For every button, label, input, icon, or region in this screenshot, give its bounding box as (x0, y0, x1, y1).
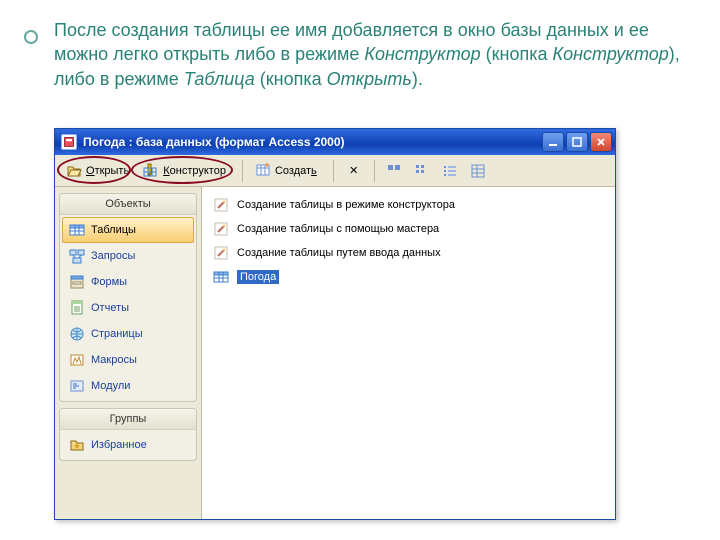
open-icon (66, 163, 82, 179)
open-label: Открыть (86, 165, 129, 177)
maximize-button[interactable] (566, 132, 588, 152)
view-list-button[interactable] (438, 159, 462, 183)
open-button[interactable]: Открыть (61, 159, 138, 183)
toolbar-sep-2 (333, 160, 334, 182)
small-icons-icon (414, 163, 430, 179)
database-window: Погода : база данных (формат Access 2000… (54, 128, 616, 520)
groups-group: Группы Избранное (59, 408, 197, 461)
delete-button[interactable]: ✕ (341, 159, 367, 183)
app-icon (61, 134, 77, 150)
slide-caption: После создания таблицы ее имя добавляетс… (54, 18, 684, 91)
wizard-icon (213, 221, 229, 237)
open-design-callout: Открыть Конструктор (61, 159, 235, 183)
cap-i2: Конструктор (553, 44, 669, 64)
cap-i1: Конструктор (364, 44, 480, 64)
objects-header[interactable]: Объекты (60, 194, 196, 215)
sidebar-item-modules[interactable]: Модули (62, 373, 194, 399)
toolbar-sep-1 (242, 160, 243, 182)
sidebar-pages-label: Страницы (91, 328, 143, 340)
pages-icon (69, 326, 85, 342)
table-pogoda-label: Погода (237, 270, 279, 284)
wizard-icon (213, 245, 229, 261)
minimize-button[interactable] (542, 132, 564, 152)
sidebar-item-tables[interactable]: Таблицы (62, 217, 194, 243)
create-table-wizard-label: Создание таблицы с помощью мастера (237, 223, 439, 235)
titlebar[interactable]: Погода : база данных (формат Access 2000… (55, 129, 615, 155)
sidebar-reports-label: Отчеты (91, 302, 129, 314)
table-icon (213, 269, 229, 285)
queries-icon (69, 248, 85, 264)
sidebar-item-reports[interactable]: Отчеты (62, 295, 194, 321)
sidebar-item-macros[interactable]: Макросы (62, 347, 194, 373)
close-button[interactable] (590, 132, 612, 152)
sidebar-tables-label: Таблицы (91, 224, 136, 236)
window-title: Погода : база данных (формат Access 2000… (83, 135, 542, 149)
view-small-icons-button[interactable] (410, 159, 434, 183)
main-pane[interactable]: Создание таблицы в режиме конструктора С… (201, 187, 615, 519)
view-large-icons-button[interactable] (382, 159, 406, 183)
bullet-decoration (24, 30, 38, 44)
window-buttons (542, 132, 612, 152)
cap-t4: (кнопка (255, 69, 327, 89)
details-icon (470, 163, 486, 179)
table-item-pogoda[interactable]: Погода (206, 265, 611, 289)
objects-list: Таблицы Запросы Формы Отчеты (60, 215, 196, 401)
create-table-wizard[interactable]: Создание таблицы с помощью мастера (206, 217, 611, 241)
reports-icon (69, 300, 85, 316)
design-icon (143, 163, 159, 179)
sidebar: Объекты Таблицы Запросы Формы (55, 187, 201, 519)
toolbar-sep-3 (374, 160, 375, 182)
design-button[interactable]: Конструктор (138, 159, 235, 183)
large-icons-icon (386, 163, 402, 179)
new-label: Создать (275, 165, 317, 177)
sidebar-modules-label: Модули (91, 380, 130, 392)
macros-icon (69, 352, 85, 368)
sidebar-item-queries[interactable]: Запросы (62, 243, 194, 269)
favorites-icon (69, 437, 85, 453)
view-details-button[interactable] (466, 159, 490, 183)
design-label: Конструктор (163, 165, 226, 177)
forms-icon (69, 274, 85, 290)
cap-t5: ). (412, 69, 423, 89)
tables-icon (69, 222, 85, 238)
list-icon (442, 163, 458, 179)
toolbar: Открыть Конструктор Создать (55, 155, 615, 187)
sidebar-item-favorites[interactable]: Избранное (62, 432, 194, 458)
modules-icon (69, 378, 85, 394)
sidebar-forms-label: Формы (91, 276, 127, 288)
sidebar-item-pages[interactable]: Страницы (62, 321, 194, 347)
delete-icon: ✕ (346, 163, 362, 179)
create-table-entry[interactable]: Создание таблицы путем ввода данных (206, 241, 611, 265)
groups-header[interactable]: Группы (60, 409, 196, 430)
create-table-entry-label: Создание таблицы путем ввода данных (237, 247, 441, 259)
wizard-icon (213, 197, 229, 213)
body: Объекты Таблицы Запросы Формы (55, 187, 615, 519)
sidebar-queries-label: Запросы (91, 250, 135, 262)
sidebar-macros-label: Макросы (91, 354, 137, 366)
cap-i4: Открыть (327, 69, 412, 89)
cap-i3: Таблица (184, 69, 255, 89)
cap-t2: (кнопка (481, 44, 553, 64)
create-table-design-label: Создание таблицы в режиме конструктора (237, 199, 455, 211)
objects-group: Объекты Таблицы Запросы Формы (59, 193, 197, 402)
new-icon (255, 163, 271, 179)
new-button[interactable]: Создать (250, 159, 326, 183)
sidebar-favorites-label: Избранное (91, 439, 147, 451)
create-table-design[interactable]: Создание таблицы в режиме конструктора (206, 193, 611, 217)
sidebar-item-forms[interactable]: Формы (62, 269, 194, 295)
